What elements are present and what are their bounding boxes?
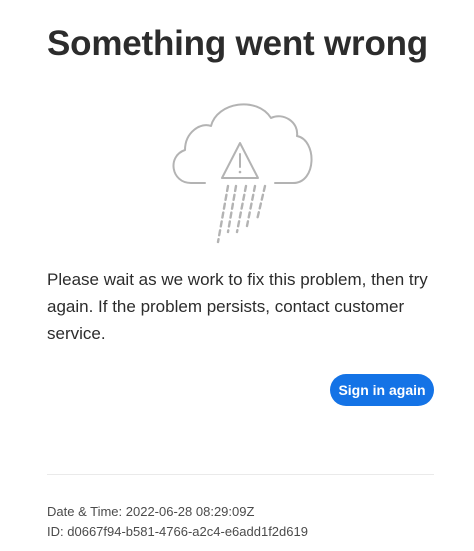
cloud-warning-rain-icon <box>165 92 315 244</box>
datetime-row: Date & Time: 2022-06-28 08:29:09Z <box>47 502 308 522</box>
sign-in-again-button[interactable]: Sign in again <box>330 374 434 406</box>
datetime-value: 2022-06-28 08:29:09Z <box>125 504 255 519</box>
error-page: Something went wrong Please wait as we w… <box>47 0 437 551</box>
id-row: ID: d0667f94-b581-4766-a2c4-e6add1f2d619 <box>47 522 308 542</box>
page-title: Something went wrong <box>47 24 428 63</box>
error-details: Date & Time: 2022-06-28 08:29:09Z ID: d0… <box>47 502 308 542</box>
datetime-label: Date & Time: <box>47 504 123 519</box>
actions: Sign in again <box>47 374 434 406</box>
id-label: ID: <box>47 524 64 539</box>
id-value: d0667f94-b581-4766-a2c4-e6add1f2d619 <box>67 524 308 539</box>
divider <box>47 474 434 475</box>
error-message: Please wait as we work to fix this probl… <box>47 270 428 343</box>
